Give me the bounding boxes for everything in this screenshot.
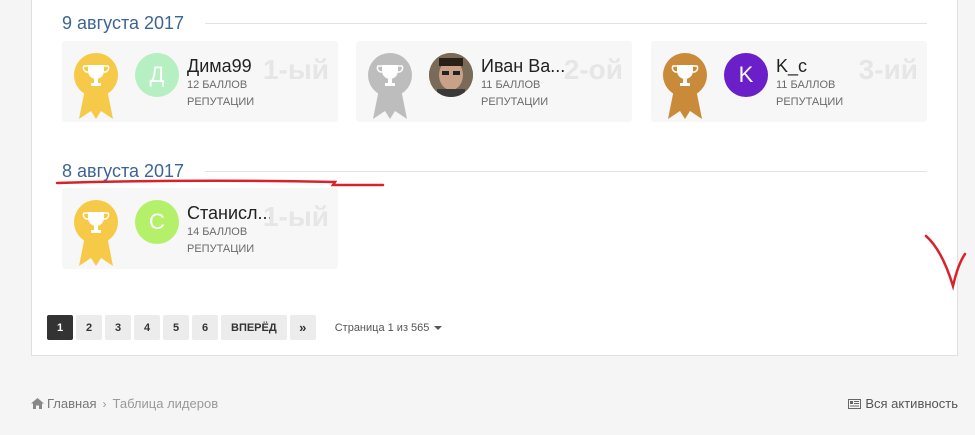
rank-label: 2-ой [563, 54, 623, 85]
home-icon [31, 398, 44, 409]
day-title: 8 августа 2017 [62, 161, 185, 181]
activity-feed-icon [848, 398, 862, 409]
rank-label: 3-ий [858, 54, 918, 85]
rank-label: 1-ый [262, 201, 329, 232]
reputation-label: РЕПУТАЦИИ [187, 243, 255, 255]
page-info-label: Страница 1 из 565 [334, 321, 430, 334]
trophy-ribbon-icon [74, 200, 118, 266]
avatar[interactable]: K [724, 53, 768, 97]
breadcrumb-home-link[interactable]: Главная [47, 396, 96, 411]
page-2-button[interactable]: 2 [76, 315, 102, 340]
reputation-label: РЕПУТАЦИИ [187, 96, 255, 108]
rank-label: 1-ый [262, 54, 329, 85]
user-photo [429, 53, 473, 97]
points: 11 БАЛЛОВ [776, 79, 836, 91]
page-5-button[interactable]: 5 [163, 315, 189, 340]
avatar[interactable] [429, 53, 473, 97]
page-jump-dropdown[interactable]: Страница 1 из 565 [335, 322, 443, 334]
avatar[interactable]: Д [135, 53, 179, 97]
page-4-button[interactable]: 4 [134, 315, 160, 340]
trophy-ribbon-icon [74, 53, 118, 119]
leader-card[interactable]: Иван Ва... 11 БАЛЛОВ РЕПУТАЦИИ 2-ой [356, 41, 632, 122]
page-6-button[interactable]: 6 [192, 315, 218, 340]
caret-down-icon [434, 325, 443, 330]
trophy-ribbon-icon [368, 53, 412, 119]
all-activity-label: Вся активность [865, 396, 958, 411]
reputation-label: РЕПУТАЦИИ [776, 96, 844, 108]
last-page-button[interactable]: » [289, 315, 316, 340]
day-divider [205, 171, 927, 172]
leader-card[interactable]: K K_c 11 БАЛЛОВ РЕПУТАЦИИ 3-ий [651, 41, 927, 122]
all-activity-link[interactable]: Вся активность [848, 396, 958, 411]
trophy-ribbon-icon [663, 53, 707, 119]
points: 14 БАЛЛОВ [187, 226, 248, 238]
day-title: 9 августа 2017 [62, 13, 185, 33]
reputation-label: РЕПУТАЦИИ [481, 96, 549, 108]
leader-card[interactable]: С Станисл... 14 БАЛЛОВ РЕПУТАЦИИ 1-ый [62, 188, 338, 269]
day-divider [205, 23, 927, 24]
avatar[interactable]: С [135, 200, 179, 244]
breadcrumb: Главная › Таблица лидеров [31, 396, 218, 411]
breadcrumb-current[interactable]: Таблица лидеров [112, 396, 218, 411]
page-3-button[interactable]: 3 [105, 315, 131, 340]
leader-card[interactable]: Д Дима99 12 БАЛЛОВ РЕПУТАЦИИ 1-ый [62, 41, 338, 122]
next-page-button[interactable]: ВПЕРЁД [221, 315, 287, 340]
points: 12 БАЛЛОВ [187, 79, 248, 91]
page-1-button[interactable]: 1 [47, 315, 73, 340]
points: 11 БАЛЛОВ [481, 79, 541, 91]
breadcrumb-separator: › [102, 396, 107, 411]
pagination: 1 2 3 4 5 6 ВПЕРЁД » Страница 1 из 565 [47, 315, 443, 340]
